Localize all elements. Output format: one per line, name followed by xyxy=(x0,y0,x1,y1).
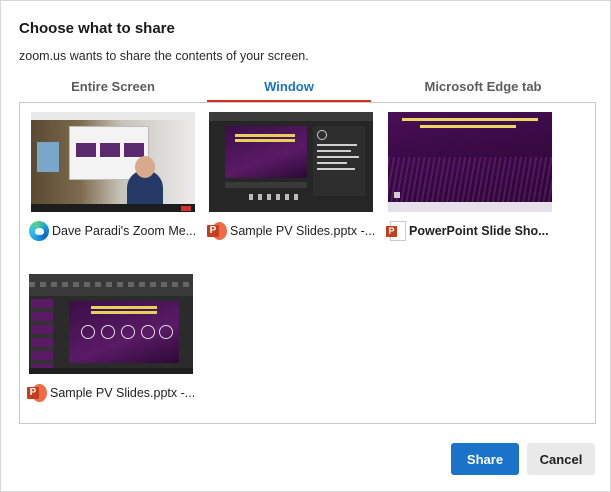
tab-entire-screen[interactable]: Entire Screen xyxy=(19,72,207,102)
window-label: P Sample PV Slides.pptx -... xyxy=(207,220,375,242)
dialog-title: Choose what to share xyxy=(19,20,175,37)
window-title: Sample PV Slides.pptx -... xyxy=(50,386,195,400)
dialog-subtitle: zoom.us wants to share the contents of y… xyxy=(19,49,309,63)
tab-window[interactable]: Window xyxy=(207,72,371,102)
window-list-panel: Dave Paradi's Zoom Me... P Sample PV Sli… xyxy=(19,102,596,424)
window-item[interactable]: P Sample PV Slides.pptx -... xyxy=(207,112,375,242)
cancel-button[interactable]: Cancel xyxy=(527,443,595,475)
window-item[interactable]: P PowerPoint Slide Sho... xyxy=(386,112,554,242)
powerpoint-icon: P xyxy=(27,383,47,403)
tab-microsoft-edge[interactable]: Microsoft Edge tab xyxy=(371,72,595,102)
window-item[interactable]: P Sample PV Slides.pptx -... xyxy=(27,274,195,404)
powerpoint-slideshow-icon: P xyxy=(386,221,406,241)
powerpoint-icon: P xyxy=(207,221,227,241)
window-thumbnail xyxy=(388,112,552,212)
tab-bar: Entire Screen Window Microsoft Edge tab xyxy=(19,72,595,102)
window-label: Dave Paradi's Zoom Me... xyxy=(29,220,197,242)
window-thumbnail xyxy=(31,112,195,212)
window-item[interactable]: Dave Paradi's Zoom Me... xyxy=(29,112,197,242)
window-label: P PowerPoint Slide Sho... xyxy=(386,220,554,242)
window-title: Sample PV Slides.pptx -... xyxy=(230,224,375,238)
share-dialog: Choose what to share zoom.us wants to sh… xyxy=(0,0,611,492)
window-thumbnail xyxy=(29,274,193,374)
window-label: P Sample PV Slides.pptx -... xyxy=(27,382,195,404)
window-thumbnail xyxy=(209,112,373,212)
share-button[interactable]: Share xyxy=(451,443,519,475)
window-title: Dave Paradi's Zoom Me... xyxy=(52,224,197,238)
window-title: PowerPoint Slide Sho... xyxy=(409,224,549,238)
edge-icon xyxy=(29,221,49,241)
